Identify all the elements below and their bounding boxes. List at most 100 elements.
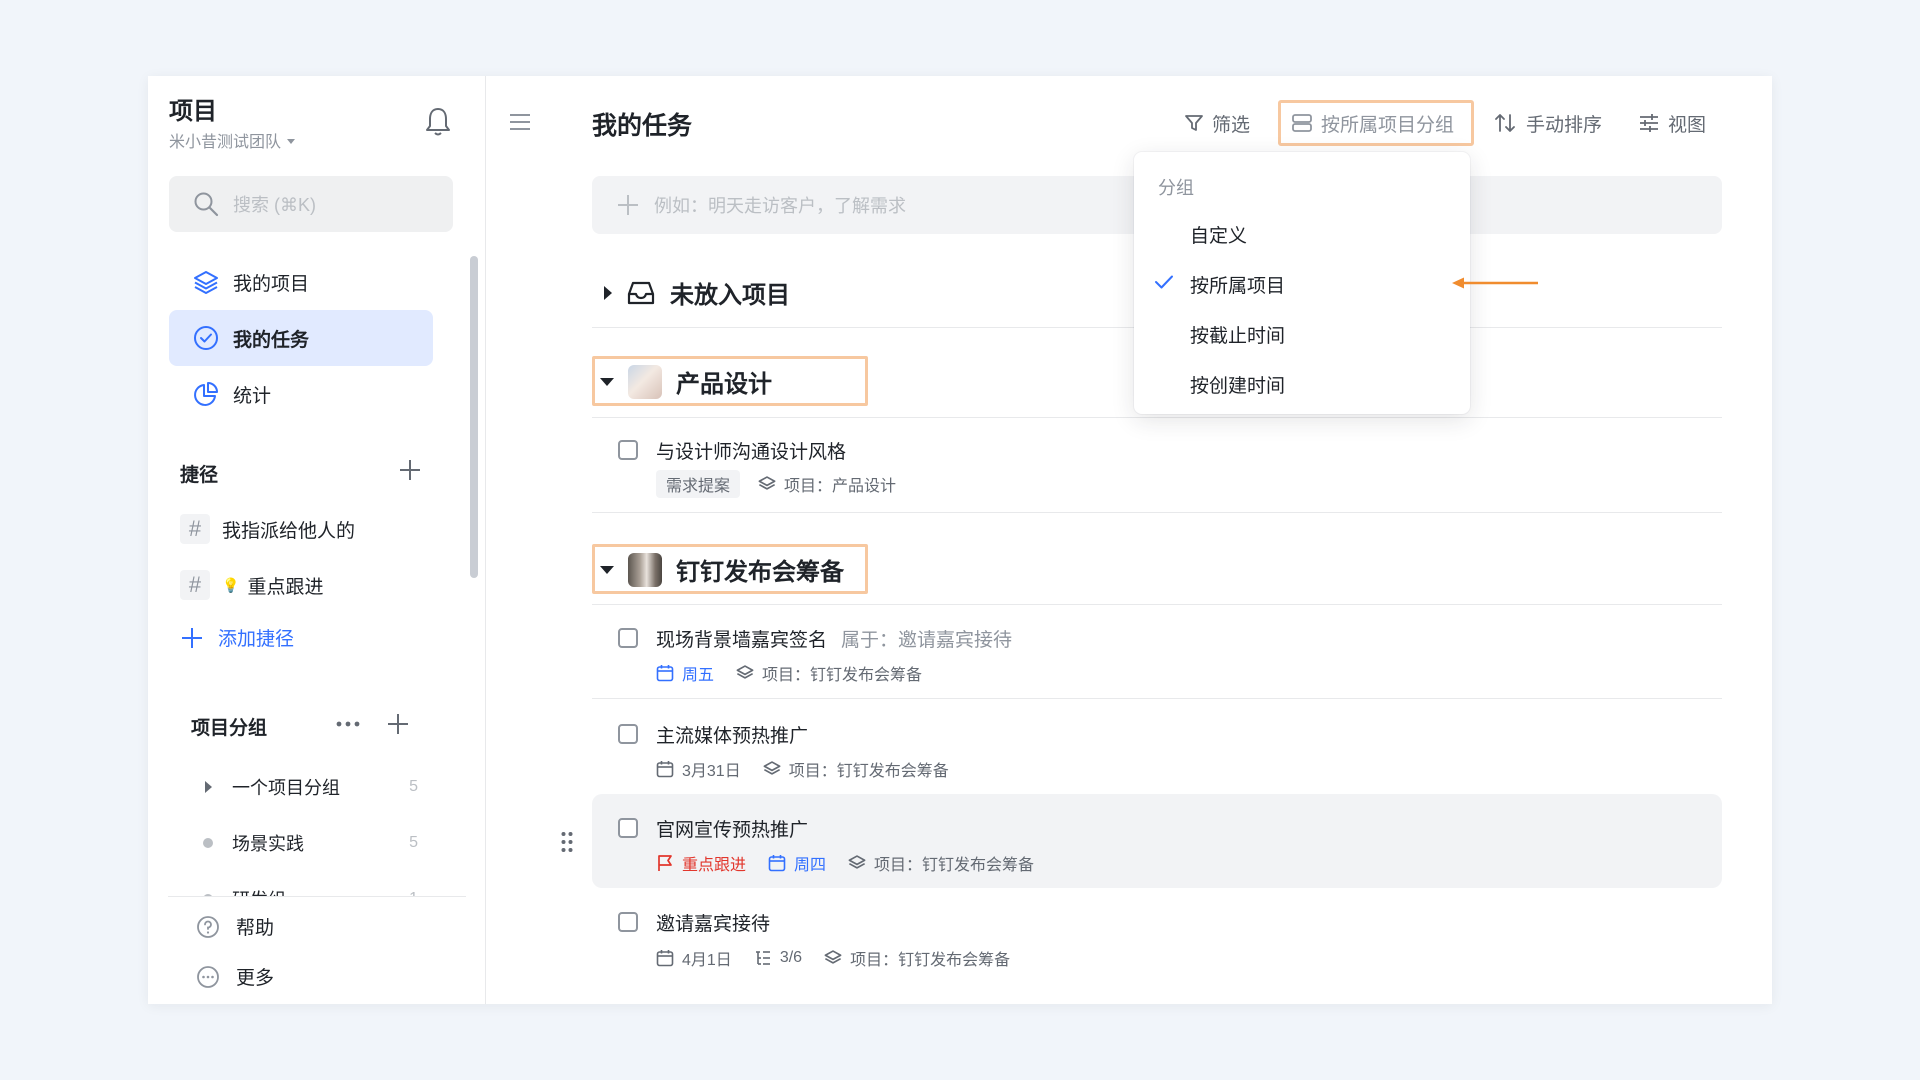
annotation-arrow-icon	[1452, 277, 1538, 289]
drag-handle-icon[interactable]	[560, 831, 574, 853]
nav-my-tasks[interactable]: 我的任务	[169, 310, 433, 366]
hash-icon: #	[180, 570, 210, 600]
help-label: 帮助	[236, 918, 275, 939]
task-project: 项目：钉钉发布会筹备	[762, 667, 923, 684]
hash-icon: #	[180, 514, 210, 544]
chevron-down-icon[interactable]	[600, 377, 614, 386]
chevron-right-icon[interactable]	[604, 285, 612, 300]
plus-icon	[180, 626, 204, 650]
search-icon	[194, 192, 219, 217]
project-thumbnail	[628, 364, 662, 399]
task-checkbox[interactable]	[618, 440, 638, 460]
dropdown-header: 分组	[1158, 178, 1194, 198]
task-row[interactable]: 邀请嘉宾接待 4月1日 3/6 项目：钉钉发布会筹备	[592, 890, 1722, 984]
search-input[interactable]: 搜索 (⌘K)	[169, 176, 453, 232]
task-project: 项目：产品设计	[784, 478, 897, 495]
task-tag[interactable]: 需求提案	[656, 470, 741, 498]
task-subtasks: 3/6	[779, 949, 803, 966]
task-row[interactable]: 主流媒体预热推广 3月31日 项目：钉钉发布会筹备	[592, 702, 1722, 792]
task-row[interactable]: 与设计师沟通设计风格 需求提案 项目：产品设计	[592, 418, 1722, 498]
nav-label: 我的任务	[233, 329, 310, 351]
task-title-line: 现场背景墙嘉宾签名 属于：邀请嘉宾接待	[656, 625, 1012, 652]
view-button[interactable]: 视图	[1638, 100, 1706, 146]
group-by-dropdown: 分组 自定义 按所属项目 按截止时间 按创建时间	[1134, 152, 1470, 414]
sidebar-scrollbar[interactable]	[470, 256, 478, 578]
task-row-hovered[interactable]: 官网宣传预热推广 重点跟进 周四 项目：钉钉发布会筹备	[592, 794, 1722, 888]
task-checkbox[interactable]	[618, 912, 638, 932]
section-title: 产品设计	[676, 371, 772, 398]
task-checkbox[interactable]	[618, 628, 638, 648]
layers-icon	[848, 855, 866, 869]
page-title: 我的任务	[592, 112, 693, 140]
team-name: 米小昔测试团队	[169, 134, 282, 151]
group-by-button[interactable]: 按所属项目分组	[1278, 100, 1474, 146]
task-date[interactable]: 周四	[794, 851, 826, 875]
add-shortcut-button[interactable]: 添加捷径	[180, 624, 294, 651]
dropdown-option-by-created[interactable]: 按创建时间	[1190, 371, 1285, 398]
add-group-plus-icon[interactable]	[386, 712, 410, 736]
task-row[interactable]: 现场背景墙嘉宾签名 属于：邀请嘉宾接待 周五 项目：钉钉发布会筹备	[592, 606, 1722, 698]
group-label: 一个项目分组	[232, 778, 340, 798]
add-shortcut-label: 添加捷径	[218, 629, 295, 650]
dropdown-option-by-project[interactable]: 按所属项目	[1190, 271, 1285, 298]
add-shortcut-plus-icon[interactable]	[398, 458, 422, 482]
task-title: 与设计师沟通设计风格	[656, 442, 847, 463]
group-item[interactable]: 场景实践 5	[198, 830, 418, 856]
task-date[interactable]: 4月1日	[682, 946, 732, 970]
sort-button[interactable]: 手动排序	[1494, 100, 1602, 146]
sidebar: 项目 米小昔测试团队 搜索 (⌘K) 我的项目 我的任务 统计 捷径 # 我指派…	[148, 76, 486, 1004]
project-groups-title: 项目分组	[191, 718, 268, 739]
team-switcher[interactable]: 米小昔测试团队	[169, 128, 296, 152]
more-circle-icon	[197, 965, 219, 988]
task-date[interactable]: 周五	[682, 661, 714, 685]
chevron-right-icon[interactable]	[204, 781, 212, 793]
task-meta: 需求提案 项目：产品设计	[656, 470, 910, 498]
sidebar-footer: 帮助 更多	[168, 896, 466, 1004]
menu-icon[interactable]	[510, 114, 532, 132]
dropdown-option-custom[interactable]: 自定义	[1190, 221, 1247, 248]
section-launch-event[interactable]: 钉钉发布会筹备	[600, 552, 844, 587]
group-icon	[1292, 114, 1312, 132]
help-button[interactable]: 帮助	[196, 913, 274, 940]
task-date[interactable]: 3月31日	[682, 757, 741, 781]
more-button[interactable]: 更多	[196, 963, 274, 990]
layers-icon	[824, 950, 842, 964]
nav-my-projects[interactable]: 我的项目	[169, 254, 433, 310]
sort-label: 手动排序	[1526, 114, 1603, 136]
layers-icon	[736, 665, 754, 679]
bell-icon[interactable]	[424, 106, 452, 138]
shortcut-label: 重点跟进	[247, 576, 324, 598]
task-parent[interactable]: 属于：邀请嘉宾接待	[841, 630, 1012, 651]
nav-statistics[interactable]: 统计	[169, 366, 433, 422]
sidebar-title: 项目	[169, 98, 217, 125]
section-product-design[interactable]: 产品设计	[600, 364, 772, 399]
layers-icon	[758, 476, 776, 490]
view-label: 视图	[1668, 114, 1707, 136]
shortcuts-title: 捷径	[180, 465, 219, 486]
more-horizontal-icon[interactable]	[336, 720, 360, 728]
shortcut-item-priority[interactable]: # 💡 重点跟进	[180, 570, 323, 600]
filter-button[interactable]: 筛选	[1184, 100, 1250, 146]
subtask-icon	[755, 951, 770, 965]
more-label: 更多	[236, 968, 275, 989]
task-title: 主流媒体预热推广	[656, 726, 809, 747]
group-by-label: 按所属项目分组	[1321, 114, 1455, 136]
task-checkbox[interactable]	[618, 818, 638, 838]
calendar-icon	[656, 761, 674, 778]
task-project: 项目：钉钉发布会筹备	[874, 857, 1035, 874]
task-checkbox[interactable]	[618, 724, 638, 744]
task-title: 官网宣传预热推广	[656, 820, 809, 841]
layers-icon	[763, 761, 781, 775]
group-item[interactable]: 一个项目分组 5	[198, 774, 418, 800]
project-thumbnail	[628, 552, 662, 587]
task-label[interactable]: 重点跟进	[682, 851, 746, 875]
help-icon	[197, 915, 219, 938]
shortcut-item-assigned[interactable]: # 我指派给他人的	[180, 514, 355, 544]
layers-icon	[194, 271, 218, 294]
dropdown-option-by-deadline[interactable]: 按截止时间	[1190, 321, 1285, 348]
task-title: 邀请嘉宾接待	[656, 914, 771, 935]
shortcut-label: 我指派给他人的	[222, 520, 356, 542]
chevron-down-icon[interactable]	[600, 565, 614, 574]
task-meta: 周五 项目：钉钉发布会筹备	[656, 661, 936, 685]
section-unassigned[interactable]: 未放入项目	[604, 275, 790, 310]
